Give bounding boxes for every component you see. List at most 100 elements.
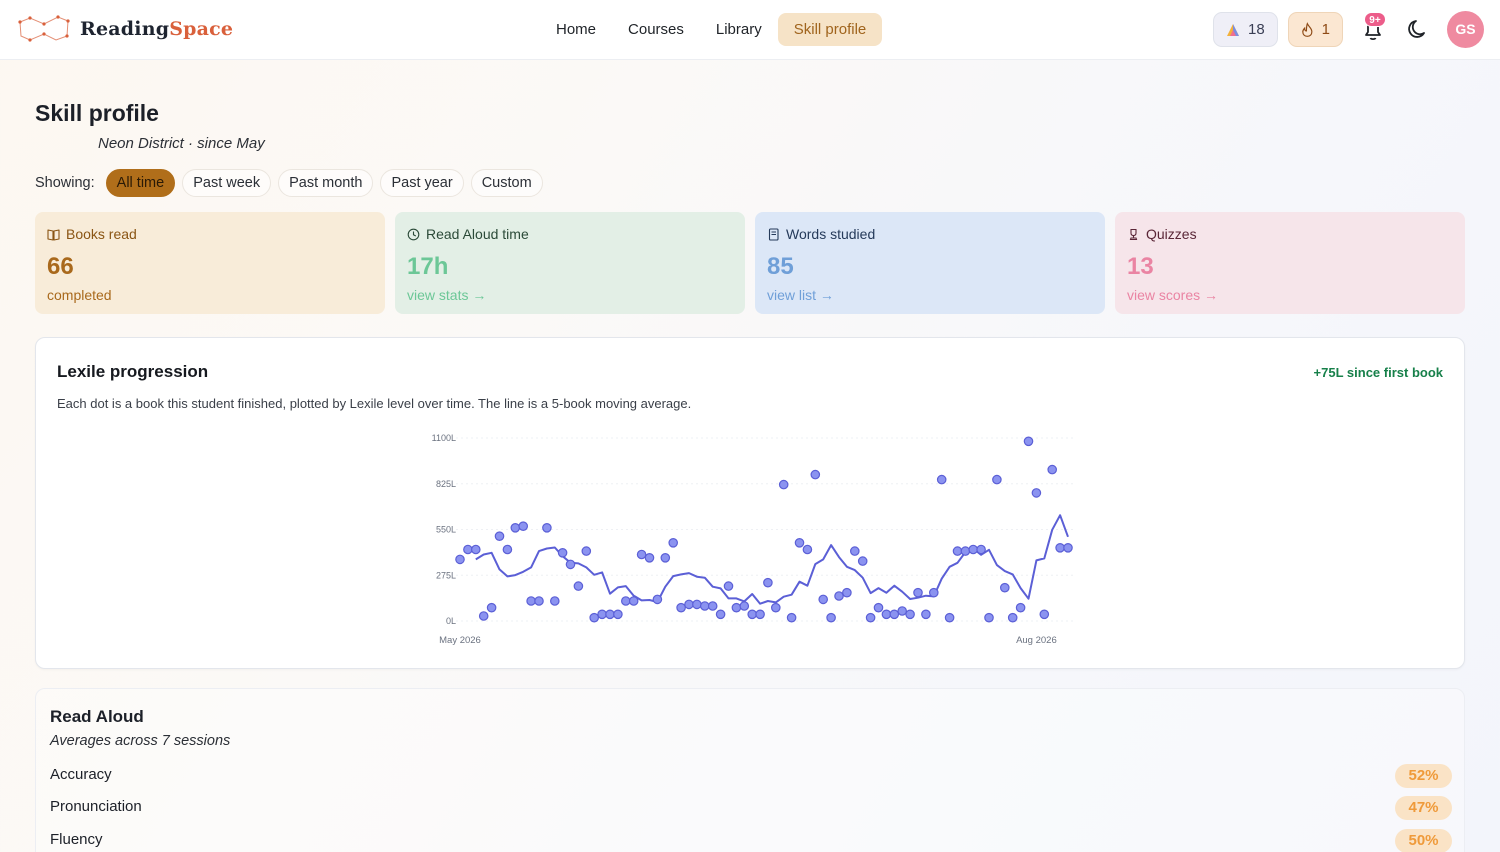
book-data-point	[684, 599, 694, 610]
book-data-point	[763, 577, 773, 588]
book-data-point	[557, 548, 568, 558]
panel-title: Read Aloud	[50, 707, 144, 726]
filter-past-year[interactable]: Past year	[380, 169, 464, 197]
filter-past-month[interactable]: Past month	[278, 169, 374, 197]
book-data-point	[747, 609, 757, 620]
book-data-point	[613, 609, 623, 620]
book-data-point	[486, 602, 497, 613]
book-data-point	[889, 609, 900, 620]
stat-card-words-studied: Words studied 85 view list →	[755, 212, 1105, 314]
book-data-point	[786, 612, 797, 623]
book-data-point	[455, 554, 465, 565]
book-data-point	[1055, 543, 1065, 553]
book-data-point	[802, 544, 813, 555]
book-data-point	[534, 596, 544, 606]
user-avatar[interactable]: GS	[1447, 11, 1484, 48]
gems-count: 18	[1248, 21, 1265, 38]
page-title: Skill profile	[35, 100, 159, 126]
book-data-point	[999, 582, 1010, 593]
book-data-point	[470, 544, 481, 555]
book-data-point	[794, 538, 805, 548]
book-data-point	[715, 609, 726, 620]
panel-subtitle: Averages across 7 sessions	[50, 733, 231, 749]
x-tick-label: May 2026	[439, 635, 481, 646]
dark-mode-toggle[interactable]	[1404, 14, 1434, 44]
book-data-point	[826, 612, 836, 623]
nav-library[interactable]: Library	[700, 13, 778, 46]
stat-label: Read Aloud time	[426, 226, 529, 242]
y-tick-label: 0L	[446, 616, 456, 626]
streak-counter-button[interactable]: 1	[1288, 12, 1343, 47]
book-data-point	[731, 602, 742, 613]
book-data-point	[857, 556, 868, 566]
book-data-point	[928, 587, 939, 598]
metric-badge: 52%	[1395, 764, 1452, 788]
book-data-point	[463, 544, 473, 555]
stat-value: 13	[1127, 253, 1154, 280]
book-data-point	[1007, 612, 1018, 623]
filter-all-time[interactable]: All time	[105, 169, 176, 197]
book-data-point	[494, 531, 505, 541]
nav-skill-profile[interactable]: Skill profile	[777, 13, 883, 46]
book-data-point	[897, 606, 907, 616]
nav-courses[interactable]: Courses	[612, 13, 700, 46]
book-data-point	[510, 523, 521, 533]
stat-footnote: completed	[47, 287, 112, 303]
view-list-link[interactable]: view list →	[767, 287, 1093, 303]
trophy-icon	[1129, 228, 1138, 240]
constellation-logo-icon	[18, 15, 70, 42]
brand-name: ReadingSpace	[80, 18, 234, 40]
notifications-badge: 9+	[1364, 12, 1386, 27]
stat-value: 66	[47, 253, 74, 280]
book-data-point	[526, 596, 536, 606]
book-data-point	[834, 591, 844, 601]
book-data-point	[905, 609, 915, 620]
book-data-point	[873, 602, 884, 613]
book-data-point	[707, 601, 718, 611]
metric-row-fluency: Fluency 50%	[50, 829, 1452, 852]
metric-badge: 50%	[1395, 829, 1452, 852]
stat-label: Quizzes	[1146, 226, 1197, 242]
gem-icon	[1227, 23, 1239, 36]
y-tick-label: 275L	[436, 570, 456, 580]
book-data-point	[944, 612, 955, 623]
book-data-point	[960, 546, 971, 556]
book-data-point	[1023, 436, 1034, 447]
view-scores-link[interactable]: view scores →	[1127, 287, 1453, 303]
book-data-point	[660, 553, 671, 563]
book-data-point	[936, 474, 947, 485]
metric-badge: 47%	[1395, 796, 1452, 820]
gems-counter-button[interactable]: 18	[1213, 12, 1278, 47]
y-tick-label: 550L	[436, 525, 456, 535]
book-data-point	[1015, 602, 1026, 613]
moon-icon	[1408, 20, 1425, 38]
filter-past-week[interactable]: Past week	[182, 169, 272, 197]
book-data-point	[620, 596, 631, 606]
read-aloud-panel: Read Aloud Averages across 7 sessions Ac…	[35, 688, 1465, 852]
book-data-point	[597, 609, 607, 620]
book-data-point	[952, 546, 963, 556]
y-tick-label: 825L	[436, 479, 456, 489]
stat-value: 17h	[407, 253, 449, 280]
view-stats-link[interactable]: view stats →	[407, 287, 733, 303]
book-data-point	[739, 601, 750, 611]
main-nav: Home Courses Library Skill profile	[540, 13, 883, 46]
notifications-button[interactable]: 9+	[1358, 12, 1388, 44]
brand-logo[interactable]: ReadingSpace	[18, 14, 233, 44]
book-data-point	[818, 594, 828, 605]
stat-label: Books read	[66, 226, 137, 242]
stat-label: Words studied	[786, 226, 876, 242]
book-data-point	[881, 609, 892, 620]
nav-home[interactable]: Home	[540, 13, 612, 46]
book-data-point	[913, 587, 923, 598]
book-data-point	[518, 521, 528, 531]
filter-custom[interactable]: Custom	[470, 169, 543, 197]
book-data-point	[968, 544, 978, 555]
metric-label: Pronunciation	[50, 798, 142, 815]
book-data-point	[1047, 464, 1057, 475]
metric-label: Fluency	[50, 831, 103, 848]
book-data-point	[636, 549, 647, 560]
book-data-point	[992, 474, 1002, 485]
clock-icon	[407, 228, 420, 240]
book-data-point	[842, 587, 852, 598]
